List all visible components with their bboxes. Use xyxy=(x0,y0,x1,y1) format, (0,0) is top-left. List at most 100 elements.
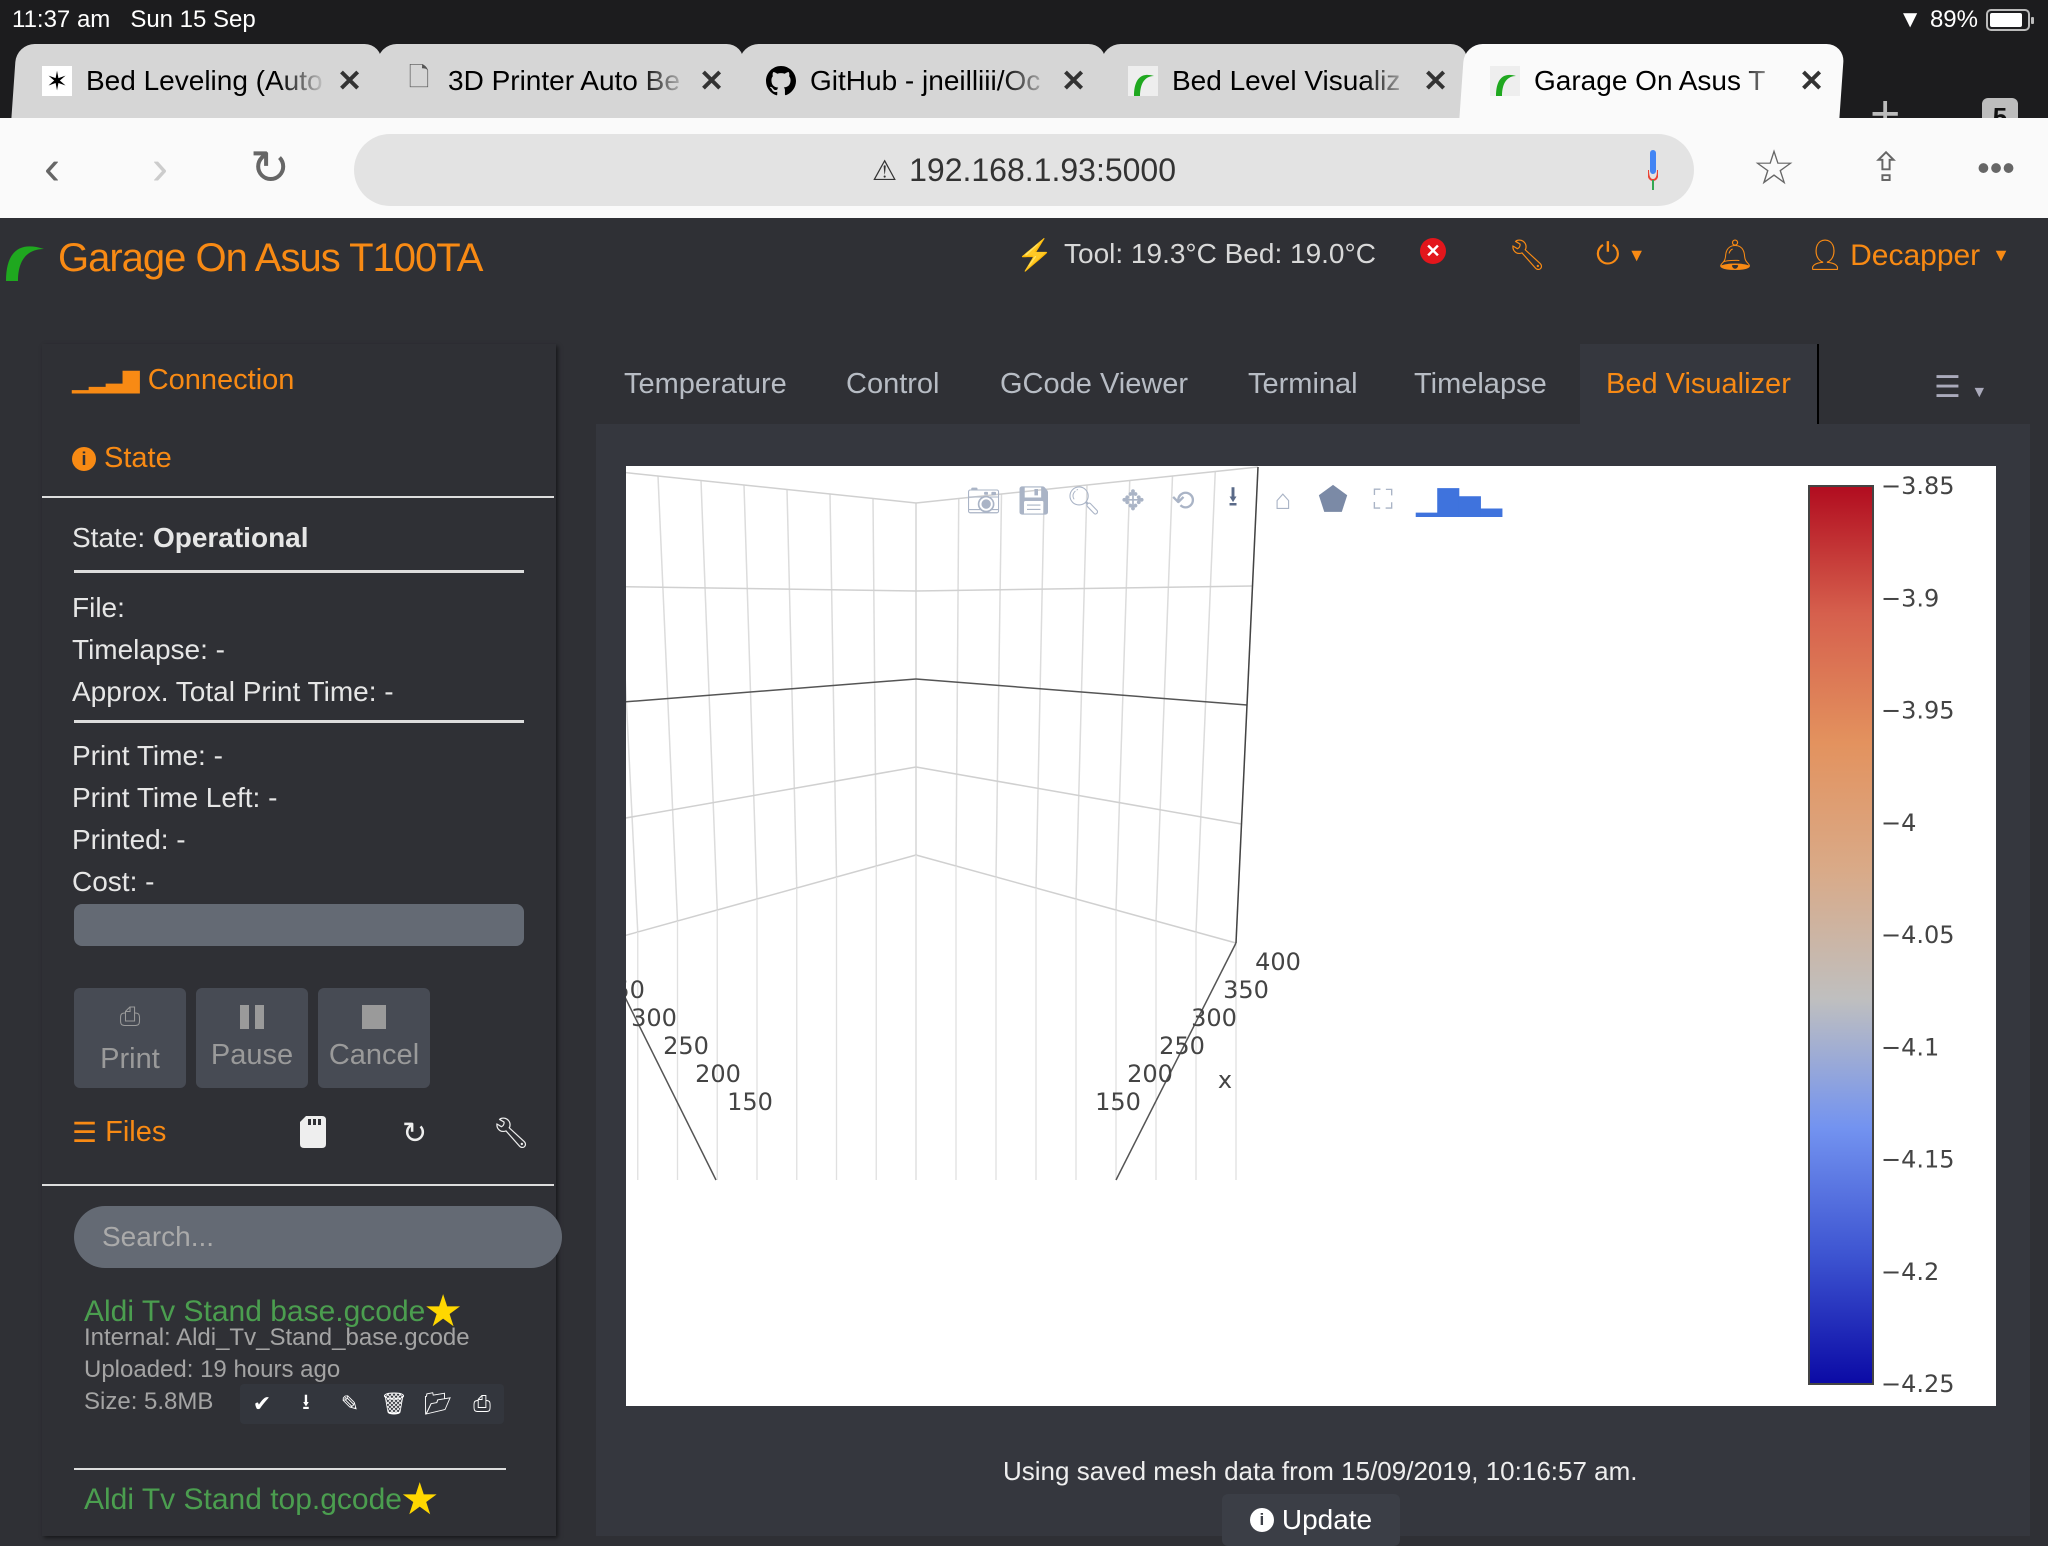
zoom-icon[interactable]: 🔍︎ xyxy=(1066,484,1102,517)
refresh-icon[interactable]: ↻ xyxy=(402,1116,427,1151)
hover-toggle-icon[interactable]: ⬟ xyxy=(1316,480,1350,520)
signal-icon: ▁▂▃▇ xyxy=(72,367,140,393)
file-uploaded: Uploaded: 19 hours ago xyxy=(84,1356,341,1383)
settings-wrench-icon[interactable]: 🔧︎ xyxy=(1508,238,1546,273)
browser-tab[interactable]: 🗋 3D Printer Auto Be ✕ xyxy=(373,44,745,118)
stop-icon xyxy=(362,1004,386,1029)
download-icon[interactable]: ⭳ xyxy=(284,1384,328,1424)
tab-timelapse[interactable]: Timelapse xyxy=(1414,344,1547,424)
state-timelapse: Timelapse: - xyxy=(72,634,226,665)
pause-button[interactable]: Pause xyxy=(196,988,308,1088)
file-link[interactable]: Aldi Tv Stand top.gcode ★ xyxy=(84,1474,439,1525)
turntable-icon[interactable]: ⭳ xyxy=(1216,476,1250,524)
x-axis-title: x xyxy=(1218,1066,1232,1094)
browser-tab[interactable]: GitHub - jneilliii/Oc ✕ xyxy=(735,44,1107,118)
browser-tab-strip: ✶ Bed Leveling (Auto ✕ 🗋 3D Printer Auto… xyxy=(0,40,2048,140)
z-gridline xyxy=(626,766,917,819)
back-button[interactable]: ‹ xyxy=(22,140,82,196)
file-internal-name: Internal: Aldi_Tv_Stand_base.gcode xyxy=(84,1324,470,1351)
share-button[interactable]: ⇪ xyxy=(1856,140,1916,196)
cancel-button[interactable]: Cancel xyxy=(318,988,430,1088)
microphone-icon[interactable] xyxy=(1648,150,1658,190)
user-icon: 👤︎ xyxy=(1806,239,1845,272)
error-icon[interactable]: ✕ xyxy=(1420,238,1446,264)
warning-icon: ⚠ xyxy=(871,154,898,186)
bed-leveling-favicon-icon: ✶ xyxy=(42,66,72,96)
autoscale-icon[interactable]: ⛶ xyxy=(1366,484,1400,517)
tab-temperature[interactable]: Temperature xyxy=(624,344,787,424)
connection-panel-toggle[interactable]: ▁▂▃▇ Connection xyxy=(72,364,294,397)
plot-modebar: 📷︎ 💾︎ 🔍︎ ✥ ⟲ ⭳ ⌂ ⬟ ⛶ ▁▇▅▂ xyxy=(966,476,1502,524)
list-icon: ☰ xyxy=(72,1117,98,1148)
close-tab-icon[interactable]: ✕ xyxy=(337,64,362,99)
status-time: 11:37 am Sun 15 Sep xyxy=(12,6,256,33)
browser-tab-active[interactable]: Garage On Asus T ✕ xyxy=(1459,44,1845,118)
print-progress-bar xyxy=(74,904,524,946)
x-tick-label: 350 xyxy=(1223,976,1269,1004)
home-icon[interactable]: ⌂ xyxy=(1266,484,1300,516)
more-options-button[interactable]: ••• xyxy=(1966,140,2026,196)
bed-mesh-plot[interactable]: 210−1400350300250200150y4003503002502001… xyxy=(626,466,1996,1406)
z-gridline xyxy=(626,678,917,703)
x-tick-label: 400 xyxy=(1255,948,1301,976)
github-icon xyxy=(766,66,796,96)
colorbar-tick-label: −3.85 xyxy=(1881,472,1955,500)
print-button[interactable]: ⎙ Print xyxy=(74,988,186,1088)
temperature-readout[interactable]: Tool: 19.3°C Bed: 19.0°C xyxy=(1064,238,1376,270)
close-tab-icon[interactable]: ✕ xyxy=(1799,64,1824,99)
close-tab-icon[interactable]: ✕ xyxy=(1061,64,1086,99)
colorbar-tick-label: −3.9 xyxy=(1881,584,1939,612)
sd-card-icon[interactable] xyxy=(300,1116,326,1156)
info-circle-icon: i xyxy=(72,446,96,471)
star-icon: ★ xyxy=(400,1475,440,1524)
state-file: File: xyxy=(72,592,125,623)
tab-bed-visualizer[interactable]: Bed Visualizer xyxy=(1580,344,1819,424)
close-tab-icon[interactable]: ✕ xyxy=(699,64,724,99)
user-menu-button[interactable]: 👤︎ Decapper ▼ xyxy=(1806,238,2010,273)
bookmark-star-button[interactable]: ☆ xyxy=(1744,140,1804,196)
forward-button[interactable]: › xyxy=(130,140,190,196)
info-circle-icon: i xyxy=(1249,1508,1274,1532)
browser-tab[interactable]: ✶ Bed Leveling (Auto ✕ xyxy=(11,44,383,118)
reload-button[interactable]: ↻ xyxy=(240,140,300,196)
tab-gcode-viewer[interactable]: GCode Viewer xyxy=(1000,344,1188,424)
y-tick-label: 200 xyxy=(695,1060,741,1088)
tabs-overflow-menu[interactable]: ☰ ▼ xyxy=(1934,370,1987,405)
wrench-icon[interactable]: 🔧︎ xyxy=(492,1116,530,1151)
y-tick-label: 300 xyxy=(631,1004,677,1032)
files-panel-toggle[interactable]: ☰ Files xyxy=(72,1116,166,1149)
tab-control[interactable]: Control xyxy=(846,344,940,424)
z-gridline xyxy=(626,585,917,592)
camera-icon[interactable]: 📷︎ xyxy=(966,484,1002,517)
divider xyxy=(42,496,554,498)
plotly-logo-icon[interactable]: ▁▇▅▂ xyxy=(1416,484,1502,517)
save-icon[interactable]: 💾︎ xyxy=(1016,484,1052,517)
address-bar[interactable]: ⚠ 192.168.1.93:5000 xyxy=(354,134,1694,206)
octoprint-logo-icon xyxy=(6,245,44,281)
trash-icon[interactable]: 🗑︎ xyxy=(372,1384,416,1424)
y-tick-label: 350 xyxy=(626,976,645,1004)
pencil-icon[interactable]: ✎ xyxy=(328,1384,372,1424)
system-menu-button[interactable]: ⏻ ▼ xyxy=(1596,238,1646,272)
orbit-icon[interactable]: ⟲ xyxy=(1166,484,1200,517)
state-panel-toggle[interactable]: i State xyxy=(72,442,172,475)
chevron-down-icon[interactable]: ✔ xyxy=(240,1384,284,1424)
tab-terminal[interactable]: Terminal xyxy=(1248,344,1358,424)
update-mesh-button[interactable]: i Update xyxy=(1222,1494,1400,1546)
x-tick-label: 200 xyxy=(1127,1060,1173,1088)
browser-tab[interactable]: Bed Level Visualiz ✕ xyxy=(1097,44,1469,118)
x-tick-label: 300 xyxy=(1191,1004,1237,1032)
printer-icon[interactable]: ⎙ xyxy=(460,1384,504,1424)
brand-link[interactable]: Garage On Asus T100TA xyxy=(4,236,483,281)
colorbar xyxy=(1808,485,1874,1385)
battery-percent: 89% xyxy=(1929,6,1978,33)
file-search-input[interactable] xyxy=(74,1206,562,1268)
colorbar-tick-label: −4.2 xyxy=(1881,1258,1939,1286)
x-tick-label: 250 xyxy=(1159,1032,1205,1060)
notifications-bell-icon[interactable]: 🔔︎ xyxy=(1716,238,1754,273)
pan-icon[interactable]: ✥ xyxy=(1116,484,1150,517)
document-icon: 🗋 xyxy=(408,62,430,92)
plot-svg[interactable]: 210−1400350300250200150y4003503002502001… xyxy=(626,466,1996,1406)
folder-open-icon[interactable]: 📂︎ xyxy=(416,1384,460,1424)
close-tab-icon[interactable]: ✕ xyxy=(1423,64,1448,99)
